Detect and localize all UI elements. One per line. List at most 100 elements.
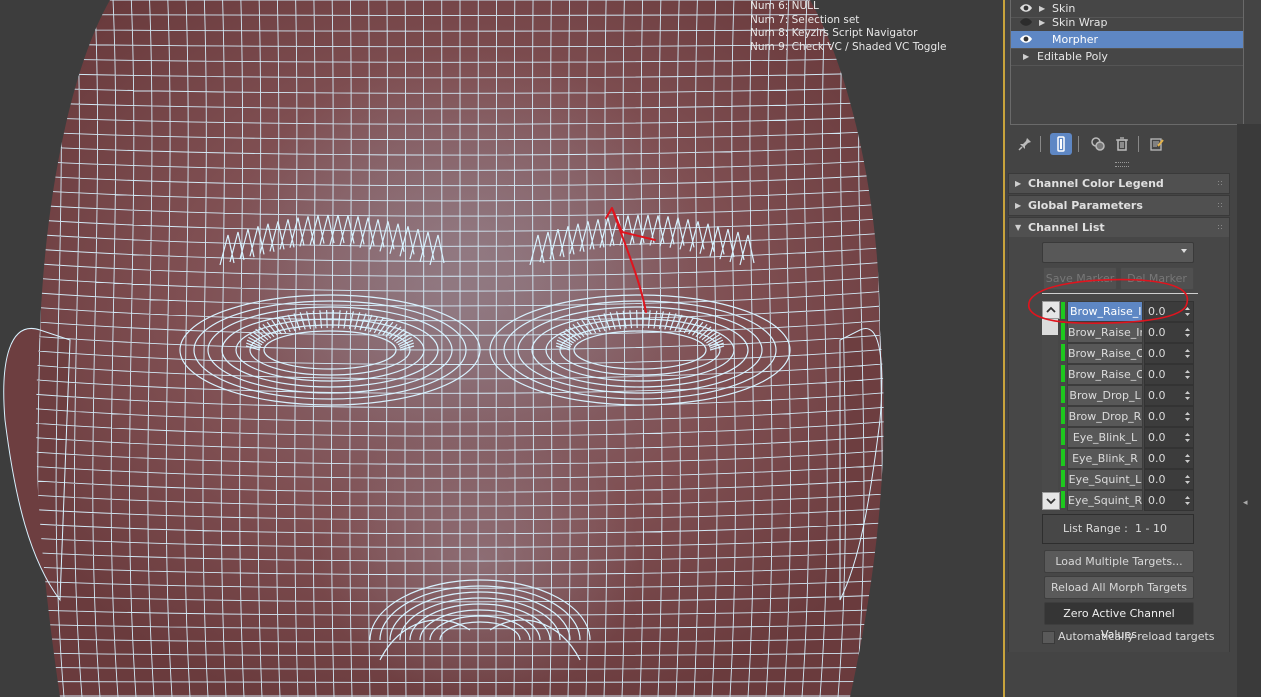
zero-active-channel-values-button[interactable]: Zero Active Channel Values xyxy=(1044,602,1194,641)
channel-scroll-thumb[interactable] xyxy=(1042,319,1058,335)
channel-name-button[interactable]: Brow_Drop_R xyxy=(1067,406,1143,427)
panel-scroll-strip[interactable]: ◂ xyxy=(1237,124,1261,697)
stack-item-label: Skin Wrap xyxy=(1052,16,1108,29)
expand-icon[interactable]: ▶ xyxy=(1023,48,1029,65)
channel-name-button[interactable]: Brow_Raise_Outer_R xyxy=(1067,364,1143,385)
spinner-arrows-icon[interactable] xyxy=(1185,369,1190,380)
spinner-arrows-icon[interactable] xyxy=(1185,411,1190,422)
load-multiple-targets-button[interactable]: Load Multiple Targets... xyxy=(1044,550,1194,573)
panel-resize-grip[interactable] xyxy=(1115,162,1129,167)
ear-left xyxy=(3,328,71,602)
eye-icon[interactable] xyxy=(1019,33,1033,45)
rollout-channel-color-legend[interactable]: ▶ Channel Color Legend xyxy=(1008,173,1230,194)
channel-value[interactable]: 0.0 xyxy=(1148,323,1166,342)
scroll-down-button[interactable] xyxy=(1042,492,1060,510)
channel-value-spinner[interactable]: 0.0 xyxy=(1144,427,1194,448)
channel-active-indicator xyxy=(1061,365,1065,382)
channel-active-indicator xyxy=(1061,344,1065,361)
overlay-line: Num 6: NULL xyxy=(750,0,819,12)
scroll-up-button[interactable] xyxy=(1042,301,1060,319)
eye-off-icon[interactable] xyxy=(1019,16,1033,28)
spinner-arrows-icon[interactable] xyxy=(1185,495,1190,506)
rollout-global-parameters[interactable]: ▶ Global Parameters xyxy=(1008,195,1230,216)
modifier-stack-toolbar xyxy=(1010,130,1235,158)
overlay-line: Num 8: Keyzirs Script Navigator xyxy=(750,27,918,39)
channel-value[interactable]: 0.0 xyxy=(1148,428,1166,447)
expanded-arrow-icon: ▼ xyxy=(1015,223,1022,232)
spinner-arrows-icon[interactable] xyxy=(1185,432,1190,443)
spinner-arrows-icon[interactable] xyxy=(1185,453,1190,464)
channel-name-button[interactable]: Eye_Blink_R xyxy=(1067,448,1143,469)
channel-value-spinner[interactable]: 0.0 xyxy=(1144,406,1194,427)
stack-item-morpher[interactable]: Morpher xyxy=(1011,31,1243,49)
viewport[interactable]: Num 6: NULL Num 7: Selection set Num 8: … xyxy=(0,0,1003,697)
pin-icon[interactable] xyxy=(1014,133,1036,155)
channel-value-spinner[interactable]: 0.0 xyxy=(1144,343,1194,364)
stack-item-editable-poly[interactable]: ▶ Editable Poly xyxy=(1011,48,1243,66)
chevron-down-icon xyxy=(1181,249,1187,253)
channel-name-button[interactable]: Brow_Raise_Outer_L xyxy=(1067,343,1143,364)
channel-active-indicator xyxy=(1061,491,1065,508)
channel-name-button[interactable]: Brow_Raise_Inner_R xyxy=(1067,322,1143,343)
channel-value[interactable]: 0.0 xyxy=(1148,407,1166,426)
channel-value[interactable]: 0.0 xyxy=(1148,365,1166,384)
modifier-stack[interactable]: ▶ Skin ▶ Skin Wrap Morpher ▶ Editable Po… xyxy=(1010,0,1244,125)
channel-value[interactable]: 0.0 xyxy=(1148,386,1166,405)
drag-handle-icon[interactable] xyxy=(1217,180,1223,186)
del-marker-button[interactable]: Del Marker xyxy=(1120,267,1194,290)
overlay-line: Num 9: Check VC / Shaded VC Toggle xyxy=(750,40,947,53)
channel-value[interactable]: 0.0 xyxy=(1148,470,1166,489)
list-range-value: 1 - 10 xyxy=(1135,522,1167,535)
channel-value-spinner[interactable]: 0.0 xyxy=(1144,490,1194,511)
channel-active-indicator xyxy=(1061,449,1065,466)
configure-modifier-sets-icon[interactable] xyxy=(1146,133,1168,155)
eye-icon[interactable] xyxy=(1019,2,1033,14)
spinner-arrows-icon[interactable] xyxy=(1185,306,1190,317)
channel-scroll-track[interactable] xyxy=(1042,319,1058,491)
channel-name-button[interactable]: Brow_Raise_Inner_L xyxy=(1067,301,1143,322)
channel-value-spinner[interactable]: 0.0 xyxy=(1144,301,1194,322)
channel-active-indicator xyxy=(1061,323,1065,340)
drag-handle-icon[interactable] xyxy=(1217,202,1223,208)
save-marker-button[interactable]: Save Marker xyxy=(1043,267,1117,290)
auto-reload-checkbox[interactable] xyxy=(1042,631,1055,644)
list-range-box: List Range : 1 - 10 xyxy=(1042,514,1194,544)
rollout-channel-list[interactable]: ▼ Channel List xyxy=(1008,217,1230,238)
channel-value-spinner[interactable]: 0.0 xyxy=(1144,448,1194,469)
channel-name-button[interactable]: Eye_Squint_R xyxy=(1067,490,1143,511)
channel-active-indicator xyxy=(1061,428,1065,445)
auto-reload-label: Automatically reload targets xyxy=(1058,630,1215,643)
channel-value-spinner[interactable]: 0.0 xyxy=(1144,364,1194,385)
channel-value-spinner[interactable]: 0.0 xyxy=(1144,322,1194,343)
channel-name-button[interactable]: Eye_Squint_L xyxy=(1067,469,1143,490)
marker-dropdown[interactable] xyxy=(1042,242,1194,263)
remove-modifier-icon[interactable] xyxy=(1111,133,1133,155)
overlay-line: Num 7: Selection set xyxy=(750,13,860,26)
channel-value[interactable]: 0.0 xyxy=(1148,491,1166,510)
reload-all-morph-targets-button[interactable]: Reload All Morph Targets xyxy=(1044,576,1194,599)
spinner-arrows-icon[interactable] xyxy=(1185,348,1190,359)
divider xyxy=(1042,293,1198,294)
channel-value[interactable]: 0.0 xyxy=(1148,344,1166,363)
channel-value[interactable]: 0.0 xyxy=(1148,302,1166,321)
channel-active-indicator xyxy=(1061,386,1065,403)
show-end-result-icon[interactable] xyxy=(1050,133,1072,155)
spinner-arrows-icon[interactable] xyxy=(1185,390,1190,401)
make-unique-icon[interactable] xyxy=(1087,133,1109,155)
hotkey-overlay: Num 6: NULL Num 7: Selection set Num 8: … xyxy=(750,0,1000,54)
channel-value-spinner[interactable]: 0.0 xyxy=(1144,385,1194,406)
channel-active-indicator xyxy=(1061,302,1065,319)
channel-name-button[interactable]: Eye_Blink_L xyxy=(1067,427,1143,448)
stack-item-label: Editable Poly xyxy=(1037,50,1108,63)
list-range-label: List Range : xyxy=(1063,522,1128,535)
channel-value-spinner[interactable]: 0.0 xyxy=(1144,469,1194,490)
head-wireframe-mesh xyxy=(3,0,884,697)
channel-name-button[interactable]: Brow_Drop_L xyxy=(1067,385,1143,406)
drag-handle-icon[interactable] xyxy=(1217,224,1223,230)
stack-item-skin-wrap[interactable]: ▶ Skin Wrap xyxy=(1011,14,1243,32)
spinner-arrows-icon[interactable] xyxy=(1185,327,1190,338)
spinner-arrows-icon[interactable] xyxy=(1185,474,1190,485)
channel-value[interactable]: 0.0 xyxy=(1148,449,1166,468)
expand-icon[interactable]: ▶ xyxy=(1039,14,1045,31)
stack-item-label: Morpher xyxy=(1052,33,1098,46)
